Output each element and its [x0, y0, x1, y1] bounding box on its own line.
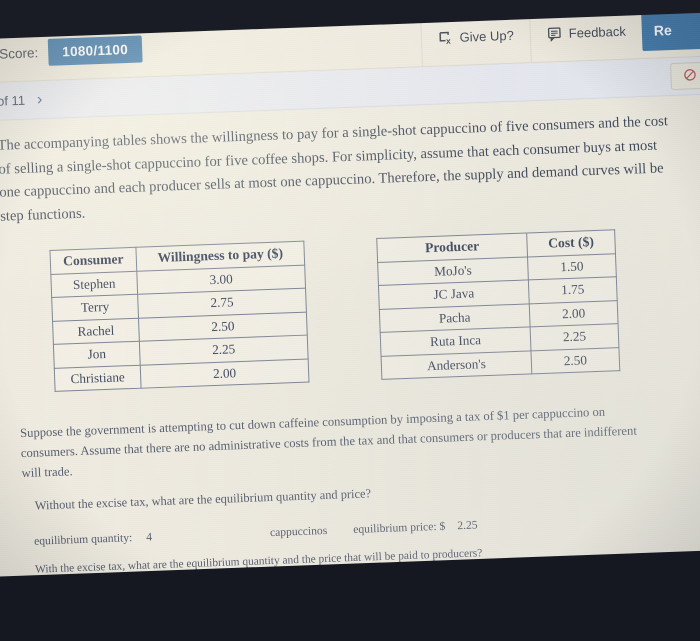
- producer-name: Anderson's: [381, 350, 532, 380]
- box-x-icon: x: [437, 30, 453, 46]
- comment-icon: [547, 26, 563, 42]
- price-label: equilibrium price: $: [353, 519, 446, 537]
- consumer-value: 2.00: [140, 358, 309, 389]
- give-up-label: Give Up?: [459, 27, 515, 45]
- question-content: The accompanying tables shows the willin…: [0, 94, 700, 628]
- chevron-right-icon[interactable]: ›: [37, 91, 43, 109]
- producer-value: 2.25: [530, 323, 619, 351]
- svg-text:x: x: [446, 36, 451, 46]
- subquestion-1: Without the excise tax, what are the equ…: [34, 486, 372, 514]
- monitor-photo: nt Score: 1080/1100 x Give Up?: [0, 0, 700, 641]
- navband-spacer: [42, 77, 670, 100]
- producer-value: 1.75: [528, 276, 618, 304]
- feedback-label: Feedback: [568, 23, 627, 41]
- consumer-table: Consumer Willingness to pay ($) Stephen …: [49, 240, 310, 392]
- question-counter: 11 of 11: [0, 92, 26, 110]
- producer-table: Producer Cost ($) MoJo's 1.50 JC Java 1.…: [376, 228, 621, 380]
- primary-action-label: Re: [653, 21, 672, 39]
- producer-value: 1.50: [527, 253, 617, 280]
- attempts-badge[interactable]: Atte: [669, 60, 700, 91]
- no-entry-icon: [683, 68, 697, 84]
- score-badge: 1080/1100: [47, 35, 143, 66]
- consumer-name: Christiane: [54, 364, 142, 392]
- price-input[interactable]: 2.25: [457, 519, 478, 533]
- data-tables: Consumer Willingness to pay ($) Stephen …: [1, 226, 698, 394]
- producer-value: 2.50: [530, 347, 620, 374]
- consumer-name: Terry: [51, 294, 139, 321]
- followup-paragraph: Suppose the government is attempting to …: [19, 404, 638, 481]
- consumer-header: Consumer: [49, 246, 137, 274]
- consumer-name: Rachel: [52, 317, 140, 345]
- quantity-unit: cappuccinos: [269, 524, 328, 540]
- quantity-label: equilibrium quantity:: [33, 531, 133, 549]
- followup-section: Suppose the government is attempting to …: [8, 400, 651, 518]
- cost-header: Cost ($): [526, 229, 616, 257]
- score-label: nt Score:: [0, 45, 39, 62]
- producer-value: 2.00: [529, 300, 619, 327]
- screen-area: nt Score: 1080/1100 x Give Up?: [0, 0, 700, 628]
- quantity-input[interactable]: 4: [146, 531, 152, 544]
- consumer-name: Stephen: [50, 270, 138, 298]
- question-prompt: The accompanying tables shows the willin…: [0, 113, 669, 225]
- score-display: nt Score: 1080/1100: [0, 35, 143, 68]
- consumer-name: Jon: [53, 341, 141, 368]
